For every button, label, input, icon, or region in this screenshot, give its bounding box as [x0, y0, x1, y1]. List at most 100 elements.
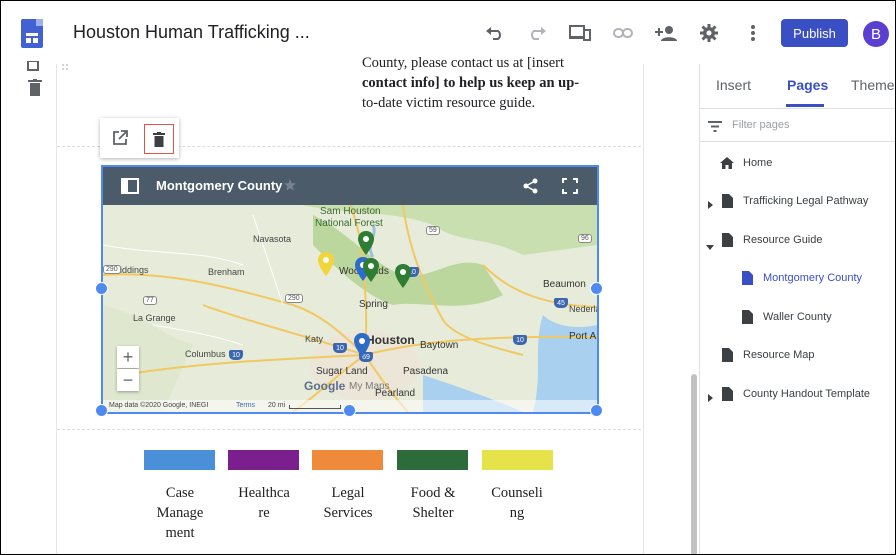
map-label: Columbus: [185, 349, 226, 359]
page-item-waller-county[interactable]: Waller County: [740, 308, 832, 326]
app-window: Houston Human Trafficking ... Publish B: [0, 0, 896, 555]
undo-icon[interactable]: [484, 22, 506, 44]
share-icon[interactable]: [523, 178, 539, 194]
drag-handle-icon[interactable]: [61, 60, 69, 70]
map-label: Baytown: [420, 340, 459, 351]
legend-label-counseling: Counseli ng: [491, 485, 543, 521]
my-maps-label: My Maps: [349, 381, 390, 392]
map-label: Port A: [569, 331, 597, 342]
panel-divider: [699, 108, 895, 109]
tab-pages[interactable]: Pages: [787, 77, 828, 93]
delete-icon[interactable]: [28, 79, 42, 96]
left-toolbar: [1, 60, 56, 554]
duplicate-icon[interactable]: [27, 58, 41, 71]
resize-handle-bottom[interactable]: [343, 404, 356, 417]
preview-devices-icon[interactable]: [569, 22, 591, 44]
map-label: Nederla: [569, 304, 599, 314]
map-pin-green[interactable]: [395, 264, 411, 288]
page-label: County Handout Template: [743, 388, 870, 400]
map-label: National Forest: [315, 218, 383, 229]
interstate-shield: 45: [554, 298, 568, 308]
resize-handle-bottom-right[interactable]: [590, 404, 603, 417]
share-add-person-icon[interactable]: [655, 22, 677, 44]
scale-label: 20 mi: [268, 402, 286, 409]
highway-shield: 290: [285, 294, 303, 303]
map-legend-toggle-icon[interactable]: [121, 178, 139, 194]
map-title: Montgomery County: [156, 178, 283, 193]
more-vert-icon[interactable]: [742, 22, 764, 44]
page-icon: [740, 309, 754, 325]
chevron-right-icon[interactable]: [708, 196, 713, 209]
google-logo: Google: [304, 379, 346, 393]
resize-handle-right[interactable]: [590, 282, 603, 295]
filter-icon[interactable]: [708, 119, 722, 132]
star-icon[interactable]: [284, 178, 296, 191]
open-in-new-icon[interactable]: [106, 124, 134, 152]
trash-icon[interactable]: [144, 124, 174, 154]
page-item-home[interactable]: Home: [720, 154, 772, 172]
page-label: Trafficking Legal Pathway: [743, 195, 869, 207]
tab-themes[interactable]: Themes: [851, 77, 895, 93]
sites-logo-icon[interactable]: [21, 19, 43, 48]
map-label: Beaumon: [543, 279, 586, 290]
map-pin-green[interactable]: [358, 231, 374, 255]
fullscreen-icon[interactable]: [562, 178, 578, 194]
active-tab-indicator: [786, 104, 824, 107]
map-pin-blue[interactable]: [354, 333, 370, 357]
page-item-resource-guide[interactable]: Resource Guide: [720, 231, 823, 249]
page-item-montgomery-county[interactable]: Montgomery County: [740, 269, 862, 287]
intro-line: contact info] to help us keep an up-: [362, 75, 580, 91]
redo-icon[interactable]: [526, 22, 548, 44]
chevron-right-icon[interactable]: [708, 389, 713, 402]
page-icon: [720, 232, 734, 248]
zoom-out-button[interactable]: −: [117, 369, 139, 391]
panel-divider: [699, 141, 895, 142]
page-item-county-handout-template[interactable]: County Handout Template: [720, 385, 870, 403]
intro-text-block[interactable]: County, please contact us at [insert con…: [362, 53, 602, 113]
terms-link[interactable]: Terms: [236, 402, 255, 409]
resize-handle-left[interactable]: [95, 282, 108, 295]
map-floating-toolbar: [100, 118, 179, 158]
scale-bar: [289, 405, 341, 409]
page-label: Montgomery County: [763, 272, 863, 284]
map-area[interactable]: Sam Houston National Forest Navasota Gid…: [103, 205, 597, 412]
page-item-trafficking-legal-pathway[interactable]: Trafficking Legal Pathway: [720, 192, 868, 210]
legend-label-legal-services: Legal Services: [323, 485, 373, 521]
map-header: Montgomery County: [103, 167, 597, 205]
home-icon: [720, 155, 734, 171]
interstate-shield: 10: [333, 343, 347, 353]
resize-handle-bottom-left[interactable]: [95, 404, 108, 417]
interstate-shield: 10: [513, 335, 527, 345]
link-icon[interactable]: [612, 22, 634, 44]
map-label: Katy: [305, 334, 324, 344]
legend-swatch-case-management: [144, 450, 215, 470]
map-label: Houston: [366, 333, 415, 347]
page-label: Home: [743, 157, 773, 169]
page-item-resource-map[interactable]: Resource Map: [720, 346, 815, 364]
section-divider: [57, 429, 641, 430]
page-label: Waller County: [763, 311, 832, 323]
canvas-scrollbar[interactable]: [691, 374, 697, 554]
page-label: Resource Guide: [743, 234, 823, 246]
tab-insert[interactable]: Insert: [716, 77, 751, 93]
interstate-shield: 10: [229, 350, 243, 360]
page-icon: [720, 193, 734, 209]
highway-shield: 77: [143, 296, 157, 305]
highway-shield: 96: [578, 234, 592, 243]
account-avatar[interactable]: B: [863, 21, 889, 47]
chevron-down-icon[interactable]: [706, 237, 714, 250]
publish-button[interactable]: Publish: [781, 19, 848, 47]
legend-swatch-counseling: [482, 450, 553, 470]
highway-shield: 290: [103, 265, 121, 274]
legend-label-food-shelter: Food & Shelter: [410, 485, 456, 521]
legend-label-healthcare: Healthca re: [238, 485, 290, 521]
map-embed[interactable]: Montgomery County Sam Houston National F…: [101, 165, 599, 414]
settings-gear-icon[interactable]: [698, 22, 720, 44]
map-label: Sam Houston: [320, 206, 381, 217]
map-pin-yellow[interactable]: [318, 252, 334, 276]
site-title[interactable]: Houston Human Trafficking ...: [73, 22, 310, 43]
zoom-in-button[interactable]: +: [117, 346, 139, 368]
intro-line: to-date victim resource guide.: [362, 95, 536, 111]
map-pin-green[interactable]: [363, 258, 379, 282]
filter-pages-input[interactable]: Filter pages: [732, 119, 789, 131]
